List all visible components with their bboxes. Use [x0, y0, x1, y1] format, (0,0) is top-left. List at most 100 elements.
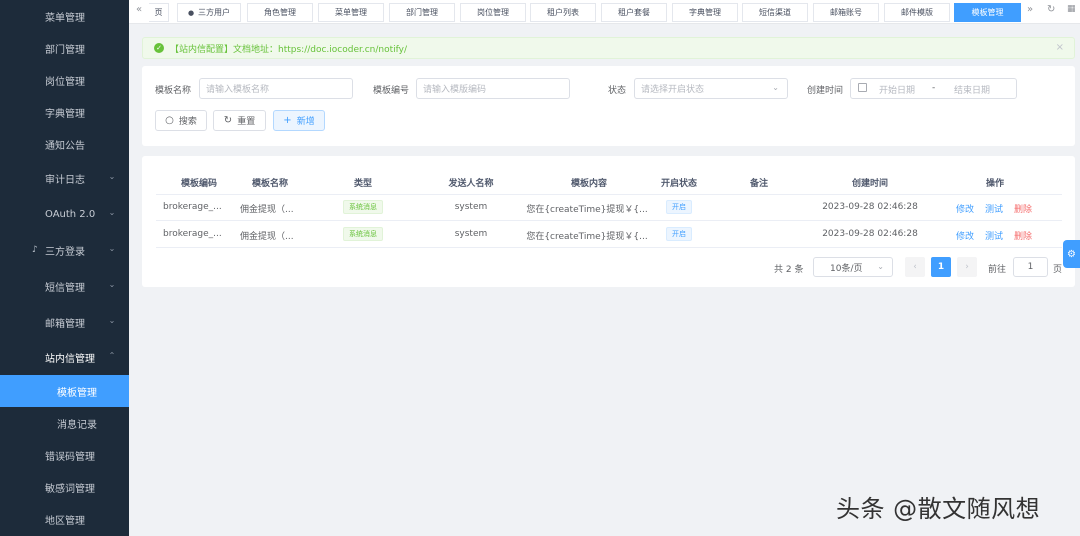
double-chevron-right-icon[interactable]: »	[1027, 4, 1033, 15]
chevron-down-icon: ⌄	[108, 172, 116, 181]
sidebar-item-menu[interactable]: 菜单管理	[0, 0, 129, 32]
prev-page-button[interactable]: ‹	[905, 257, 925, 277]
col-header-type: 类型	[353, 179, 373, 189]
edit-link[interactable]: 修改	[956, 202, 974, 215]
page-number-button[interactable]: 1	[931, 257, 951, 277]
sidebar-item-label: 邮箱管理	[45, 318, 85, 330]
col-header-created: 创建时间	[851, 179, 889, 189]
tab-notify-template[interactable]: 模板管理	[954, 3, 1021, 22]
date-separator: -	[932, 83, 936, 93]
col-header-code: 模板编码	[180, 179, 218, 189]
sidebar-item-label: 模板管理	[57, 387, 97, 399]
tab-post[interactable]: 岗位管理	[460, 3, 526, 22]
sidebar-item-area[interactable]: 地区管理	[0, 503, 129, 535]
sidebar-item-dept[interactable]: 部门管理	[0, 32, 129, 64]
cell-content: 您在{createTime}提现￥{...	[526, 232, 648, 242]
tab-menu[interactable]: 菜单管理	[318, 3, 384, 22]
sidebar-item-audit-log[interactable]: 审计日志 ⌄	[0, 162, 129, 194]
template-name-placeholder: 请输入模板名称	[206, 85, 270, 95]
chevron-left-icon: ‹	[913, 262, 917, 272]
delete-link[interactable]: 删除	[1014, 229, 1032, 242]
tab-label: 短信渠道	[759, 8, 791, 17]
tab-label: 页	[154, 8, 163, 17]
tab-label: 字典管理	[689, 8, 721, 17]
reset-button[interactable]: ↻ 重置	[213, 110, 266, 131]
tab-mail-account[interactable]: 邮箱账号	[813, 3, 879, 22]
next-page-button[interactable]: ›	[957, 257, 977, 277]
sidebar-item-oauth[interactable]: OAuth 2.0 ⌄	[0, 198, 129, 230]
created-time-range[interactable]: 开始日期 - 结束日期	[850, 78, 1017, 99]
tab-dict[interactable]: 字典管理	[672, 3, 738, 22]
calendar-icon	[858, 83, 867, 92]
sidebar-item-label: 字典管理	[45, 108, 85, 120]
col-header-status: 开启状态	[660, 179, 698, 189]
col-header-remark: 备注	[749, 179, 769, 189]
add-button-label: 新增	[296, 117, 315, 127]
grid-menu-icon[interactable]: ▦	[1067, 4, 1076, 14]
alert-text[interactable]: 【站内信配置】文档地址：https://doc.iocoder.cn/notif…	[170, 42, 407, 55]
sidebar-item-mail[interactable]: 邮箱管理 ⌄	[0, 306, 129, 338]
template-code-input[interactable]: 请输入模版编码	[416, 78, 570, 99]
page-size-select[interactable]: 10条/页 ⌄	[813, 257, 893, 277]
col-header-actions: 操作	[985, 179, 1005, 189]
search-button[interactable]: ○ 搜索	[155, 110, 207, 131]
edit-link[interactable]: 修改	[956, 229, 974, 242]
end-date-placeholder: 结束日期	[954, 86, 991, 96]
tab-dept[interactable]: 部门管理	[389, 3, 455, 22]
delete-link[interactable]: 删除	[1014, 202, 1032, 215]
tab-label: 邮箱账号	[830, 8, 862, 17]
page-size-value: 10条/页	[830, 263, 863, 274]
sidebar-item-label: 消息记录	[57, 419, 97, 431]
refresh-icon[interactable]: ↻	[1047, 4, 1055, 15]
tab-sms-channel[interactable]: 短信渠道	[742, 3, 808, 22]
plus-icon: +	[283, 115, 292, 126]
sidebar-item-notify-template[interactable]: 模板管理	[0, 375, 129, 407]
type-tag: 系统消息	[343, 200, 383, 214]
search-icon: ○	[165, 115, 174, 126]
cell-created: 2023-09-28 02:46:28	[822, 202, 918, 212]
status-select[interactable]: 请选择开启状态 ⌄	[634, 78, 788, 99]
tab-home[interactable]: 页	[149, 3, 169, 22]
goto-page-input[interactable]: 1	[1013, 257, 1048, 277]
sidebar-item-post[interactable]: 岗位管理	[0, 64, 129, 96]
template-name-input[interactable]: 请输入模板名称	[199, 78, 353, 99]
row-divider	[156, 220, 1062, 221]
cell-code: brokerage_...	[163, 202, 222, 212]
tab-tenant-package[interactable]: 租户套餐	[601, 3, 667, 22]
test-link[interactable]: 测试	[985, 229, 1003, 242]
sidebar-item-notice[interactable]: 通知公告	[0, 128, 129, 160]
header-divider	[156, 194, 1062, 195]
settings-float-button[interactable]: ⚙	[1063, 240, 1080, 268]
sidebar-item-social-login[interactable]: ♪ 三方登录 ⌄	[0, 234, 129, 266]
sidebar-item-notify-message[interactable]: 消息记录	[0, 407, 129, 439]
sidebar-item-label: 敏感词管理	[45, 483, 95, 495]
double-chevron-left-icon[interactable]: «	[136, 4, 142, 15]
close-icon[interactable]: ×	[1056, 42, 1064, 53]
tab-tenant[interactable]: 租户列表	[530, 3, 596, 22]
tab-mail-template[interactable]: 邮件模版	[884, 3, 950, 22]
tags-view: « 页 ● 三方用户 角色管理 菜单管理 部门管理 岗位管理 租户列表 租户套餐 …	[129, 0, 1080, 24]
sidebar-item-label: 菜单管理	[45, 12, 85, 24]
tab-social-user[interactable]: ● 三方用户	[177, 3, 241, 22]
chevron-down-icon: ⌄	[108, 244, 116, 253]
sidebar-item-sms[interactable]: 短信管理 ⌄	[0, 270, 129, 302]
template-name-label: 模板名称	[155, 86, 192, 96]
sidebar-item-label: 通知公告	[45, 140, 85, 152]
page-number-label: 1	[937, 262, 945, 272]
sidebar-item-sensitive-word[interactable]: 敏感词管理	[0, 471, 129, 503]
tab-label: 部门管理	[406, 8, 438, 17]
tab-label: 三方用户	[198, 8, 231, 17]
tab-label: 租户列表	[547, 8, 579, 17]
user-icon: ●	[187, 8, 195, 17]
sidebar-item-label: 岗位管理	[45, 76, 85, 88]
tab-role[interactable]: 角色管理	[247, 3, 313, 22]
sidebar-item-error-code[interactable]: 错误码管理	[0, 439, 129, 471]
goto-page-value: 1	[1027, 262, 1034, 272]
tab-label: 菜单管理	[335, 8, 367, 17]
add-button[interactable]: + 新增	[273, 110, 325, 131]
sidebar-item-notify[interactable]: 站内信管理 ⌃	[0, 341, 129, 373]
tab-label: 模板管理	[971, 8, 1004, 17]
test-link[interactable]: 测试	[985, 202, 1003, 215]
tab-label: 租户套餐	[618, 8, 650, 17]
sidebar-item-dict[interactable]: 字典管理	[0, 96, 129, 128]
